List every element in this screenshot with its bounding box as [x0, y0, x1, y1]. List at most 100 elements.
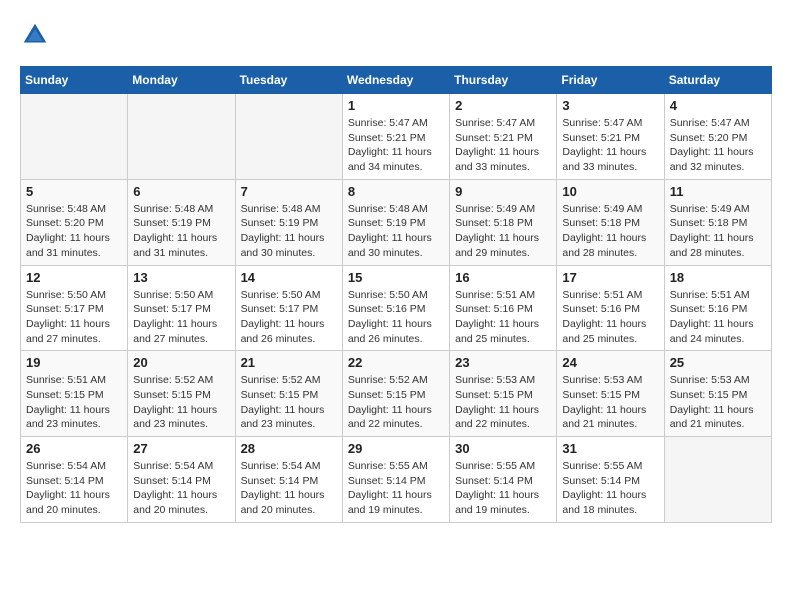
weekday-header: Tuesday — [235, 67, 342, 94]
day-number: 31 — [562, 441, 658, 456]
day-info: Sunrise: 5:47 AMSunset: 5:21 PMDaylight:… — [348, 116, 444, 175]
calendar-week-row: 5 Sunrise: 5:48 AMSunset: 5:20 PMDaylight… — [21, 179, 772, 265]
calendar-cell: 29 Sunrise: 5:55 AMSunset: 5:14 PMDayligh… — [342, 437, 449, 523]
day-info: Sunrise: 5:49 AMSunset: 5:18 PMDaylight:… — [562, 202, 658, 261]
calendar-cell: 11 Sunrise: 5:49 AMSunset: 5:18 PMDayligh… — [664, 179, 771, 265]
day-info: Sunrise: 5:47 AMSunset: 5:21 PMDaylight:… — [455, 116, 551, 175]
day-info: Sunrise: 5:47 AMSunset: 5:20 PMDaylight:… — [670, 116, 766, 175]
day-info: Sunrise: 5:51 AMSunset: 5:15 PMDaylight:… — [26, 373, 122, 432]
calendar-cell: 2 Sunrise: 5:47 AMSunset: 5:21 PMDaylight… — [450, 94, 557, 180]
day-info: Sunrise: 5:55 AMSunset: 5:14 PMDaylight:… — [455, 459, 551, 518]
day-info: Sunrise: 5:55 AMSunset: 5:14 PMDaylight:… — [562, 459, 658, 518]
day-number: 13 — [133, 270, 229, 285]
day-number: 30 — [455, 441, 551, 456]
day-number: 15 — [348, 270, 444, 285]
day-number: 12 — [26, 270, 122, 285]
day-number: 11 — [670, 184, 766, 199]
page-header — [20, 20, 772, 50]
calendar-cell: 23Sunrise: 5:53 AMSunset: 5:15 PMDayligh… — [450, 351, 557, 437]
day-number: 21 — [241, 355, 337, 370]
calendar-cell: 17 Sunrise: 5:51 AMSunset: 5:16 PMDayligh… — [557, 265, 664, 351]
calendar-cell: 5 Sunrise: 5:48 AMSunset: 5:20 PMDaylight… — [21, 179, 128, 265]
day-info: Sunrise: 5:53 AMSunset: 5:15 PMDaylight:… — [670, 373, 766, 432]
calendar-cell: 20Sunrise: 5:52 AMSunset: 5:15 PMDayligh… — [128, 351, 235, 437]
calendar-cell: 18Sunrise: 5:51 AMSunset: 5:16 PMDayligh… — [664, 265, 771, 351]
calendar-cell: 9 Sunrise: 5:49 AMSunset: 5:18 PMDaylight… — [450, 179, 557, 265]
calendar-week-row: 1 Sunrise: 5:47 AMSunset: 5:21 PMDaylight… — [21, 94, 772, 180]
day-number: 20 — [133, 355, 229, 370]
day-number: 3 — [562, 98, 658, 113]
calendar-cell: 14 Sunrise: 5:50 AMSunset: 5:17 PMDayligh… — [235, 265, 342, 351]
weekday-header: Wednesday — [342, 67, 449, 94]
day-info: Sunrise: 5:52 AMSunset: 5:15 PMDaylight:… — [348, 373, 444, 432]
calendar-cell: 8 Sunrise: 5:48 AMSunset: 5:19 PMDaylight… — [342, 179, 449, 265]
weekday-header-row: SundayMondayTuesdayWednesdayThursdayFrid… — [21, 67, 772, 94]
day-number: 10 — [562, 184, 658, 199]
day-info: Sunrise: 5:54 AMSunset: 5:14 PMDaylight:… — [241, 459, 337, 518]
day-info: Sunrise: 5:50 AMSunset: 5:16 PMDaylight:… — [348, 288, 444, 347]
calendar-cell — [21, 94, 128, 180]
calendar-cell: 7Sunrise: 5:48 AMSunset: 5:19 PMDaylight… — [235, 179, 342, 265]
day-info: Sunrise: 5:53 AMSunset: 5:15 PMDaylight:… — [455, 373, 551, 432]
day-number: 19 — [26, 355, 122, 370]
day-number: 29 — [348, 441, 444, 456]
day-info: Sunrise: 5:49 AMSunset: 5:18 PMDaylight:… — [670, 202, 766, 261]
day-number: 27 — [133, 441, 229, 456]
calendar-cell: 12 Sunrise: 5:50 AMSunset: 5:17 PMDayligh… — [21, 265, 128, 351]
weekday-header: Thursday — [450, 67, 557, 94]
day-info: Sunrise: 5:54 AMSunset: 5:14 PMDaylight:… — [133, 459, 229, 518]
weekday-header: Sunday — [21, 67, 128, 94]
logo-icon — [20, 20, 50, 50]
day-number: 2 — [455, 98, 551, 113]
day-number: 9 — [455, 184, 551, 199]
calendar-cell: 15 Sunrise: 5:50 AMSunset: 5:16 PMDayligh… — [342, 265, 449, 351]
day-number: 28 — [241, 441, 337, 456]
calendar-cell: 1 Sunrise: 5:47 AMSunset: 5:21 PMDaylight… — [342, 94, 449, 180]
calendar-cell — [664, 437, 771, 523]
day-number: 17 — [562, 270, 658, 285]
day-info: Sunrise: 5:50 AMSunset: 5:17 PMDaylight:… — [133, 288, 229, 347]
day-number: 8 — [348, 184, 444, 199]
day-number: 18 — [670, 270, 766, 285]
calendar-cell: 31 Sunrise: 5:55 AMSunset: 5:14 PMDayligh… — [557, 437, 664, 523]
calendar-week-row: 12 Sunrise: 5:50 AMSunset: 5:17 PMDayligh… — [21, 265, 772, 351]
day-number: 5 — [26, 184, 122, 199]
day-info: Sunrise: 5:55 AMSunset: 5:14 PMDaylight:… — [348, 459, 444, 518]
day-info: Sunrise: 5:51 AMSunset: 5:16 PMDaylight:… — [562, 288, 658, 347]
day-number: 24 — [562, 355, 658, 370]
day-number: 14 — [241, 270, 337, 285]
day-number: 1 — [348, 98, 444, 113]
day-info: Sunrise: 5:48 AMSunset: 5:19 PMDaylight:… — [133, 202, 229, 261]
day-number: 26 — [26, 441, 122, 456]
calendar-cell — [235, 94, 342, 180]
calendar-week-row: 26 Sunrise: 5:54 AMSunset: 5:14 PMDayligh… — [21, 437, 772, 523]
calendar-cell: 3Sunrise: 5:47 AMSunset: 5:21 PMDaylight… — [557, 94, 664, 180]
calendar-week-row: 19 Sunrise: 5:51 AMSunset: 5:15 PMDayligh… — [21, 351, 772, 437]
day-info: Sunrise: 5:49 AMSunset: 5:18 PMDaylight:… — [455, 202, 551, 261]
day-info: Sunrise: 5:52 AMSunset: 5:15 PMDaylight:… — [241, 373, 337, 432]
calendar-cell: 28 Sunrise: 5:54 AMSunset: 5:14 PMDayligh… — [235, 437, 342, 523]
calendar-cell: 26 Sunrise: 5:54 AMSunset: 5:14 PMDayligh… — [21, 437, 128, 523]
day-info: Sunrise: 5:48 AMSunset: 5:19 PMDaylight:… — [348, 202, 444, 261]
day-number: 22 — [348, 355, 444, 370]
calendar-cell: 22 Sunrise: 5:52 AMSunset: 5:15 PMDayligh… — [342, 351, 449, 437]
calendar-cell: 19 Sunrise: 5:51 AMSunset: 5:15 PMDayligh… — [21, 351, 128, 437]
day-info: Sunrise: 5:54 AMSunset: 5:14 PMDaylight:… — [26, 459, 122, 518]
calendar-cell — [128, 94, 235, 180]
day-number: 6 — [133, 184, 229, 199]
weekday-header: Friday — [557, 67, 664, 94]
weekday-header: Saturday — [664, 67, 771, 94]
day-info: Sunrise: 5:48 AMSunset: 5:20 PMDaylight:… — [26, 202, 122, 261]
day-number: 4 — [670, 98, 766, 113]
day-number: 25 — [670, 355, 766, 370]
logo — [20, 20, 54, 50]
calendar-table: SundayMondayTuesdayWednesdayThursdayFrid… — [20, 66, 772, 523]
day-info: Sunrise: 5:50 AMSunset: 5:17 PMDaylight:… — [26, 288, 122, 347]
weekday-header: Monday — [128, 67, 235, 94]
calendar-cell: 24 Sunrise: 5:53 AMSunset: 5:15 PMDayligh… — [557, 351, 664, 437]
day-number: 16 — [455, 270, 551, 285]
calendar-cell: 10 Sunrise: 5:49 AMSunset: 5:18 PMDayligh… — [557, 179, 664, 265]
day-info: Sunrise: 5:50 AMSunset: 5:17 PMDaylight:… — [241, 288, 337, 347]
day-info: Sunrise: 5:53 AMSunset: 5:15 PMDaylight:… — [562, 373, 658, 432]
calendar-cell: 13 Sunrise: 5:50 AMSunset: 5:17 PMDayligh… — [128, 265, 235, 351]
